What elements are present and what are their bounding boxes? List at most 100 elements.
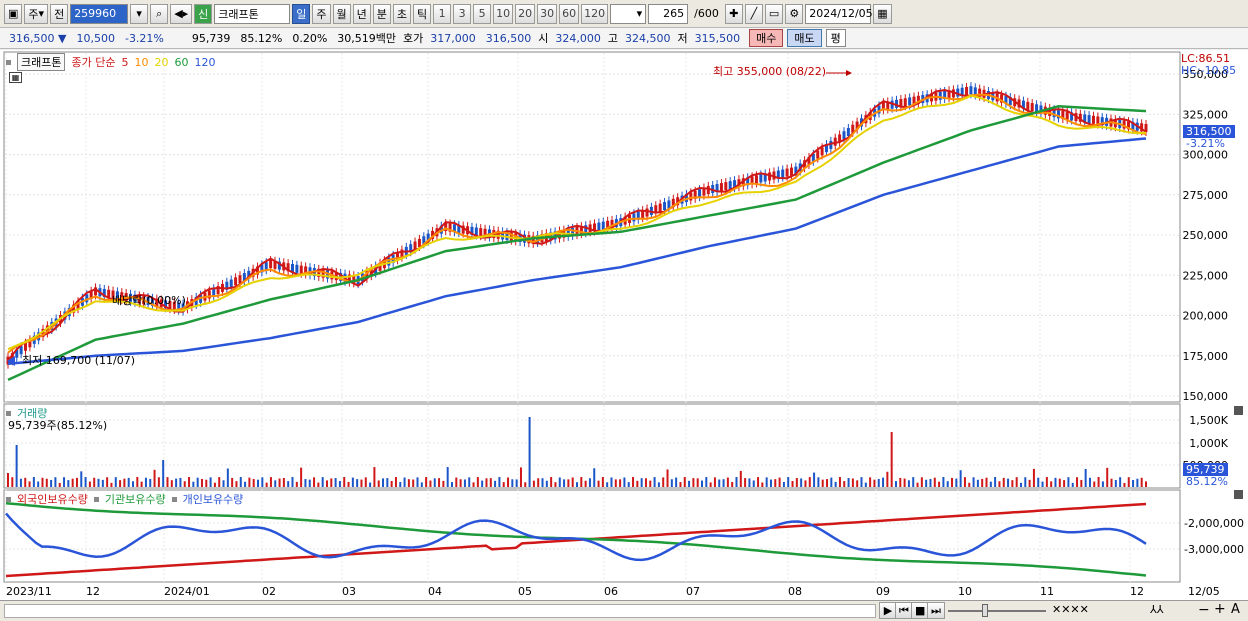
- x-tick-label: 09: [876, 585, 890, 598]
- volume-bar: [701, 480, 704, 487]
- volume-bar: [7, 473, 9, 487]
- ma-period-120: 120: [194, 55, 216, 69]
- volume-bar: [623, 477, 626, 487]
- volume-bar: [200, 478, 203, 487]
- volume-bar: [593, 468, 596, 487]
- volume-bar: [239, 477, 242, 487]
- prev-button[interactable]: 전: [50, 3, 69, 24]
- volume-y-tick: 1,500K: [1189, 414, 1228, 427]
- open-price: 324,000: [555, 31, 601, 45]
- interval-3[interactable]: 3: [453, 3, 472, 24]
- volume-bar: [782, 481, 785, 487]
- chart-area[interactable]: 350,000 325,000 300,000 275,000 250,000 225,0…: [0, 50, 1248, 600]
- x-tick-label: 12: [86, 585, 100, 598]
- scroll-bar[interactable]: ▶ ⏮ ■ ⏭ ✕✕✕✕ ⅄⅄ − + A: [0, 600, 1248, 621]
- volume-bar: [752, 480, 755, 487]
- candle-body: [789, 167, 793, 176]
- period-pair-icon[interactable]: ⅄⅄: [1150, 603, 1163, 616]
- ma-title: 종가 단순: [71, 56, 116, 69]
- volume-bar: [218, 477, 221, 487]
- volume-bar: [968, 482, 971, 487]
- volume-bar: [817, 477, 820, 487]
- volume-bar: [912, 477, 915, 487]
- volume-bar: [511, 479, 514, 487]
- volume-bar: [688, 480, 691, 487]
- volume-pct-tag: 85.12%: [1186, 475, 1228, 488]
- draw-tool-icon[interactable]: ╱: [744, 3, 763, 24]
- calendar-icon[interactable]: ▦: [873, 3, 892, 24]
- volume-bar: [696, 478, 699, 487]
- chart-settings-icon[interactable]: ▣: [4, 3, 23, 24]
- interval-30[interactable]: 30: [537, 3, 558, 24]
- market-select[interactable]: 주 ▾: [24, 3, 49, 24]
- code-dropdown-icon[interactable]: ▾: [130, 3, 149, 24]
- chart-svg[interactable]: 350,000325,000300,000275,000250,000225,0…: [0, 50, 1248, 600]
- volume-bar: [75, 477, 78, 487]
- period-minute[interactable]: 분: [372, 3, 391, 24]
- period-week[interactable]: 주: [312, 3, 331, 24]
- volume-bar: [84, 477, 87, 487]
- interval-20[interactable]: 20: [515, 3, 536, 24]
- stock-code-input[interactable]: 259960: [70, 3, 129, 24]
- search-icon[interactable]: ⌕: [150, 3, 169, 24]
- volume-bar: [71, 478, 74, 487]
- interval-custom-select[interactable]: ▾: [610, 3, 647, 24]
- period-second[interactable]: 초: [392, 3, 412, 24]
- speaker-icon[interactable]: ◀▸: [170, 3, 193, 24]
- period-year[interactable]: 년: [352, 3, 371, 24]
- holding-y-tick: -2,000,000: [1184, 517, 1244, 530]
- volume-bar: [1063, 480, 1066, 487]
- volume-bar: [683, 477, 686, 487]
- volume-bar: [563, 479, 566, 487]
- volume-bar: [213, 482, 216, 487]
- volume-bar: [731, 481, 734, 487]
- candle-body: [601, 221, 605, 230]
- sell-button[interactable]: 매도: [787, 29, 822, 47]
- legend-square-icon: [6, 496, 11, 502]
- volume-bar: [903, 478, 906, 487]
- table-view-icon[interactable]: ▦: [9, 72, 22, 83]
- crosshair-icon[interactable]: ✕✕✕✕: [1052, 603, 1089, 616]
- chart-type-icon[interactable]: ✚: [724, 3, 743, 24]
- price-y-tick: 300,000: [1183, 149, 1229, 162]
- period-month[interactable]: 월: [332, 3, 351, 24]
- zoom-plus-button[interactable]: +: [1214, 601, 1226, 617]
- volume-bar: [489, 478, 492, 487]
- period-tick[interactable]: 틱: [413, 3, 432, 24]
- x-tick-label: 12/05: [1188, 585, 1220, 598]
- count-input[interactable]: 265: [648, 3, 689, 24]
- font-size-button[interactable]: A: [1231, 602, 1240, 617]
- price-pane-close-icon[interactable]: [1234, 490, 1243, 499]
- interval-5[interactable]: 5: [473, 3, 492, 24]
- interval-10[interactable]: 10: [493, 3, 514, 24]
- interval-60[interactable]: 60: [559, 3, 580, 24]
- zoom-slider-handle[interactable]: [982, 604, 988, 617]
- buy-button[interactable]: 매수: [749, 29, 784, 47]
- foreign-holding-label: 외국인보유수량: [17, 493, 88, 506]
- candle-body: [597, 222, 601, 231]
- holding-y-tick: -3,000,000: [1184, 543, 1244, 556]
- volume-bar: [890, 432, 893, 487]
- volume-bar: [550, 477, 553, 487]
- volume-bar: [481, 480, 484, 487]
- interval-1[interactable]: 1: [433, 3, 452, 24]
- volume-bar: [261, 477, 264, 487]
- interval-120[interactable]: 120: [581, 3, 609, 24]
- period-day[interactable]: 일: [292, 3, 311, 24]
- average-button[interactable]: 평: [825, 29, 846, 47]
- volume-bar: [532, 480, 535, 487]
- zoom-slider[interactable]: [948, 610, 1046, 612]
- volume-pane-close-icon[interactable]: [1234, 406, 1243, 415]
- volume-bar: [166, 477, 169, 487]
- candle-body: [632, 213, 636, 222]
- last-page-icon[interactable]: ⏭: [927, 602, 945, 619]
- save-icon[interactable]: ▭: [764, 3, 784, 24]
- x-tick-label: 03: [342, 585, 356, 598]
- date-input[interactable]: 2024/12/05: [805, 3, 873, 24]
- gear-icon[interactable]: ⚙: [785, 3, 804, 24]
- volume-bar: [851, 478, 854, 487]
- candle-body: [969, 86, 973, 95]
- scroll-track[interactable]: [4, 604, 876, 618]
- candle-body: [728, 181, 732, 190]
- zoom-minus-button[interactable]: −: [1198, 602, 1210, 618]
